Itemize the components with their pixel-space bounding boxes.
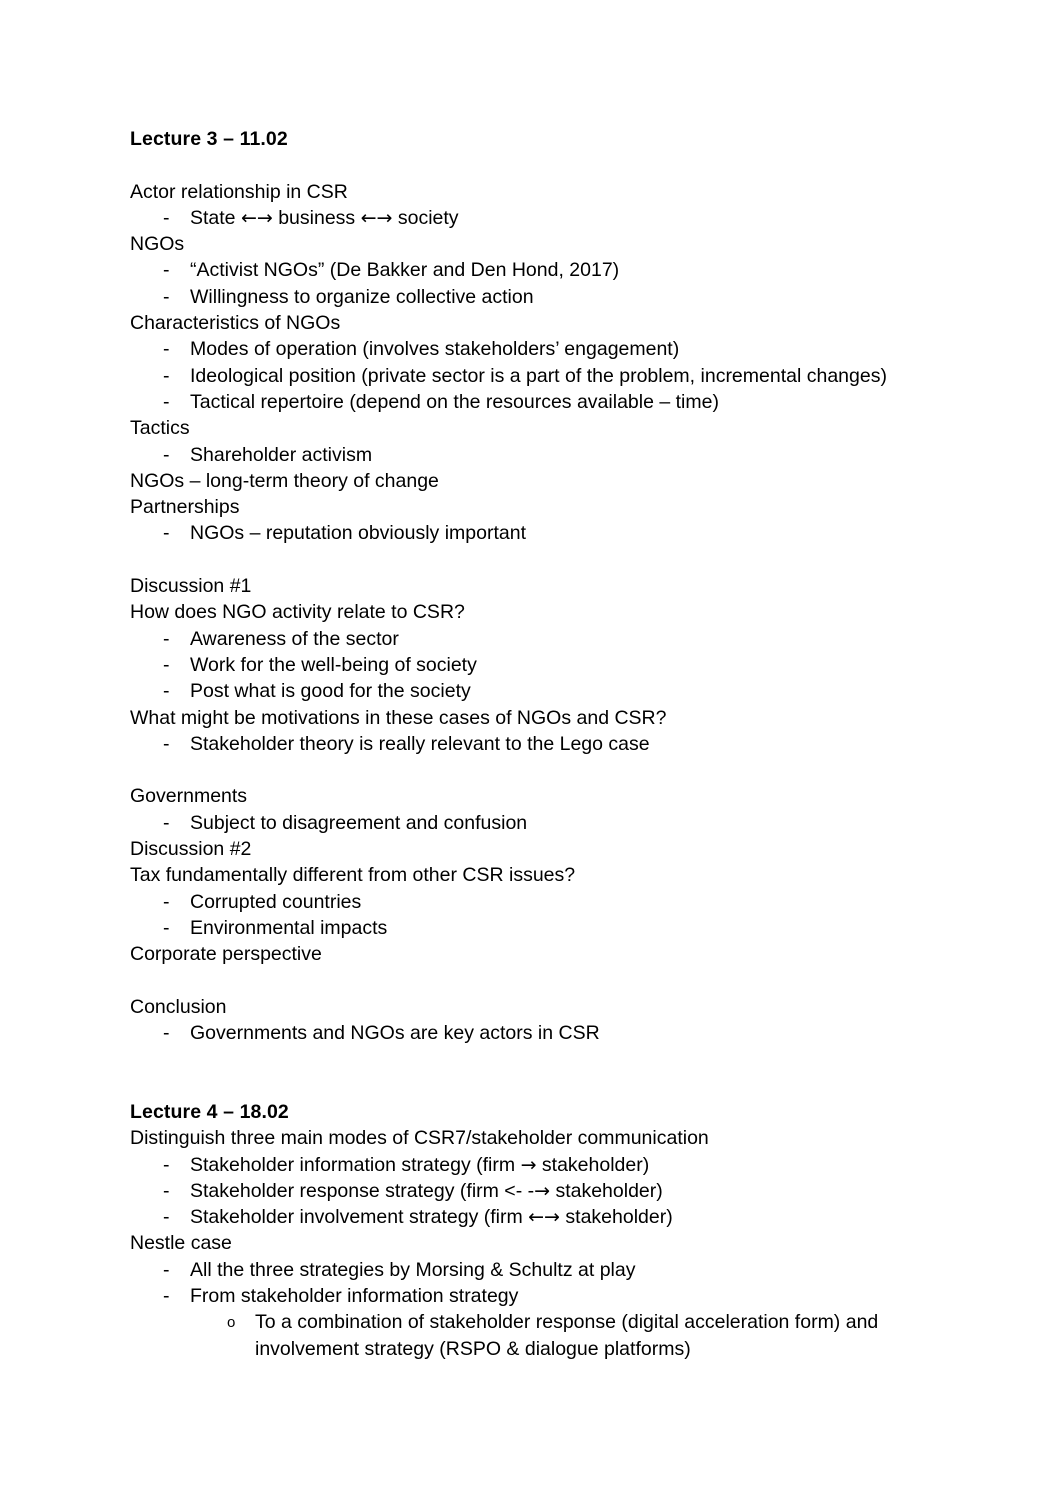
topic-line: Nestle case xyxy=(130,1232,232,1255)
list-item: - Modes of operation (involves stakeholde… xyxy=(130,336,932,362)
sub-list-item: o To a combination of stakeholder respons… xyxy=(130,1309,932,1362)
dash-bullet-icon: - xyxy=(163,1179,170,1202)
list-item: - Stakeholder involvement strategy (firm … xyxy=(130,1204,932,1230)
list-item: - Post what is good for the society xyxy=(130,678,932,704)
arrow-glyph: → xyxy=(520,1153,537,1176)
list-item: - Awareness of the sector xyxy=(130,626,932,652)
topic-line: Corporate perspective xyxy=(130,943,322,966)
section-heading: Lecture 3 – 11.02 xyxy=(130,128,288,150)
list-item-label: NGOs – reputation obviously important xyxy=(190,522,526,545)
list-item: - Work for the well-being of society xyxy=(130,652,932,678)
arrow-glyph: → xyxy=(534,1179,551,1202)
dash-bullet-icon: - xyxy=(163,1285,170,1308)
list-item: - From stakeholder information strategy xyxy=(130,1283,932,1309)
topic-line: Discussion #2 xyxy=(130,838,252,861)
list-item: - Subject to disagreement and confusion xyxy=(130,810,932,836)
dash-bullet-icon: - xyxy=(163,653,170,676)
arrow-glyph: ←→ xyxy=(240,206,273,229)
list-item: - All the three strategies by Morsing & S… xyxy=(130,1257,932,1283)
section-heading: Lecture 4 – 18.02 xyxy=(130,1100,289,1123)
list-item-label: Stakeholder involvement strategy (firm ←… xyxy=(190,1206,673,1229)
topic-line: NGOs xyxy=(130,233,185,256)
dash-bullet-icon: - xyxy=(163,1022,170,1045)
list-item-label: From stakeholder information strategy xyxy=(190,1285,519,1308)
arrow-glyph: ←→ xyxy=(360,206,393,229)
list-item-label: Stakeholder theory is really relevant to… xyxy=(190,732,650,755)
list-item: - Stakeholder theory is really relevant t… xyxy=(130,731,932,757)
dash-bullet-icon: - xyxy=(163,680,170,703)
list-item-label: Tactical repertoire (depend on the resou… xyxy=(190,390,719,413)
list-item: - Tactical repertoire (depend on the reso… xyxy=(130,389,932,415)
topic-line: Tax fundamentally different from other C… xyxy=(130,864,576,887)
list-item-label: Ideological position (private sector is … xyxy=(190,364,887,387)
list-item: - Governments and NGOs are key actors in … xyxy=(130,1020,932,1046)
dash-bullet-icon: - xyxy=(163,390,170,413)
list-item-label: Post what is good for the society xyxy=(190,680,471,703)
section-lecture-3: Lecture 3 – 11.02 Actor relationship in … xyxy=(130,126,932,1099)
topic-line: Governments xyxy=(130,785,248,808)
topic-line: Tactics xyxy=(130,417,190,440)
topic-line: Partnerships xyxy=(130,496,240,519)
list-item-label: Modes of operation (involves stakeholder… xyxy=(190,338,680,361)
list-item-label: Stakeholder response strategy (firm <- -… xyxy=(190,1179,663,1202)
list-item-label: Governments and NGOs are key actors in C… xyxy=(190,1022,600,1045)
document-page: Lecture 3 – 11.02 Actor relationship in … xyxy=(0,0,1062,1506)
list-item: - Environmental impacts xyxy=(130,915,932,941)
topic-line: Distinguish three main modes of CSR7/sta… xyxy=(130,1127,709,1150)
list-item-label: State ←→ business ←→ society xyxy=(190,206,459,229)
dash-bullet-icon: - xyxy=(163,890,170,913)
list-item: - Corrupted countries xyxy=(130,889,932,915)
dash-bullet-icon: - xyxy=(163,338,170,361)
topic-line: How does NGO activity relate to CSR? xyxy=(130,601,465,624)
list-item-label: All the three strategies by Morsing & Sc… xyxy=(190,1258,636,1281)
list-item: - NGOs – reputation obviously important xyxy=(130,520,932,546)
dash-bullet-icon: - xyxy=(163,443,170,466)
list-item-label: Stakeholder information strategy (firm →… xyxy=(190,1153,650,1176)
list-item-label: “Activist NGOs” (De Bakker and Den Hond,… xyxy=(190,259,620,282)
topic-line: Discussion #1 xyxy=(130,575,252,598)
dash-bullet-icon: - xyxy=(163,627,170,650)
circle-bullet-icon: o xyxy=(227,1314,236,1332)
list-item-label: Subject to disagreement and confusion xyxy=(190,811,528,834)
section-lecture-4: Lecture 4 – 18.02 Distinguish three main … xyxy=(130,1099,932,1362)
dash-bullet-icon: - xyxy=(163,259,170,282)
topic-line: NGOs – long-term theory of change xyxy=(130,469,439,492)
list-item: - “Activist NGOs” (De Bakker and Den Hond… xyxy=(130,257,932,283)
topic-line: What might be motivations in these cases… xyxy=(130,706,667,729)
topic-line: Conclusion xyxy=(130,995,227,1018)
list-item: - State ←→ business ←→ society xyxy=(130,205,932,231)
list-item-label: Awareness of the sector xyxy=(190,627,399,650)
list-item-label: Work for the well-being of society xyxy=(190,653,477,676)
dash-bullet-icon: - xyxy=(163,285,170,308)
list-item: - Stakeholder information strategy (firm … xyxy=(130,1152,932,1178)
dash-bullet-icon: - xyxy=(163,811,170,834)
sub-list-item-label: To a combination of stakeholder response… xyxy=(255,1311,884,1360)
arrow-glyph: ←→ xyxy=(528,1206,560,1229)
list-item: - Willingness to organize collective acti… xyxy=(130,284,932,310)
dash-bullet-icon: - xyxy=(163,1258,170,1281)
list-item: - Shareholder activism xyxy=(130,442,932,468)
dash-bullet-icon: - xyxy=(163,916,170,939)
list-item: - Stakeholder response strategy (firm <- … xyxy=(130,1178,932,1204)
dash-bullet-icon: - xyxy=(163,732,170,755)
dash-bullet-icon: - xyxy=(163,206,170,229)
list-item-label: Willingness to organize collective actio… xyxy=(190,285,534,308)
topic-line: Actor relationship in CSR xyxy=(130,180,348,203)
topic-line: Characteristics of NGOs xyxy=(130,312,341,335)
dash-bullet-icon: - xyxy=(163,1153,170,1176)
dash-bullet-icon: - xyxy=(163,1206,170,1229)
dash-bullet-icon: - xyxy=(163,522,170,545)
list-item-label: Corrupted countries xyxy=(190,890,362,913)
dash-bullet-icon: - xyxy=(163,364,170,387)
list-item-label: Environmental impacts xyxy=(190,916,388,939)
document-body: Lecture 3 – 11.02 Actor relationship in … xyxy=(130,126,932,1362)
list-item-label: Shareholder activism xyxy=(190,443,373,466)
list-item: - Ideological position (private sector is… xyxy=(130,363,932,389)
